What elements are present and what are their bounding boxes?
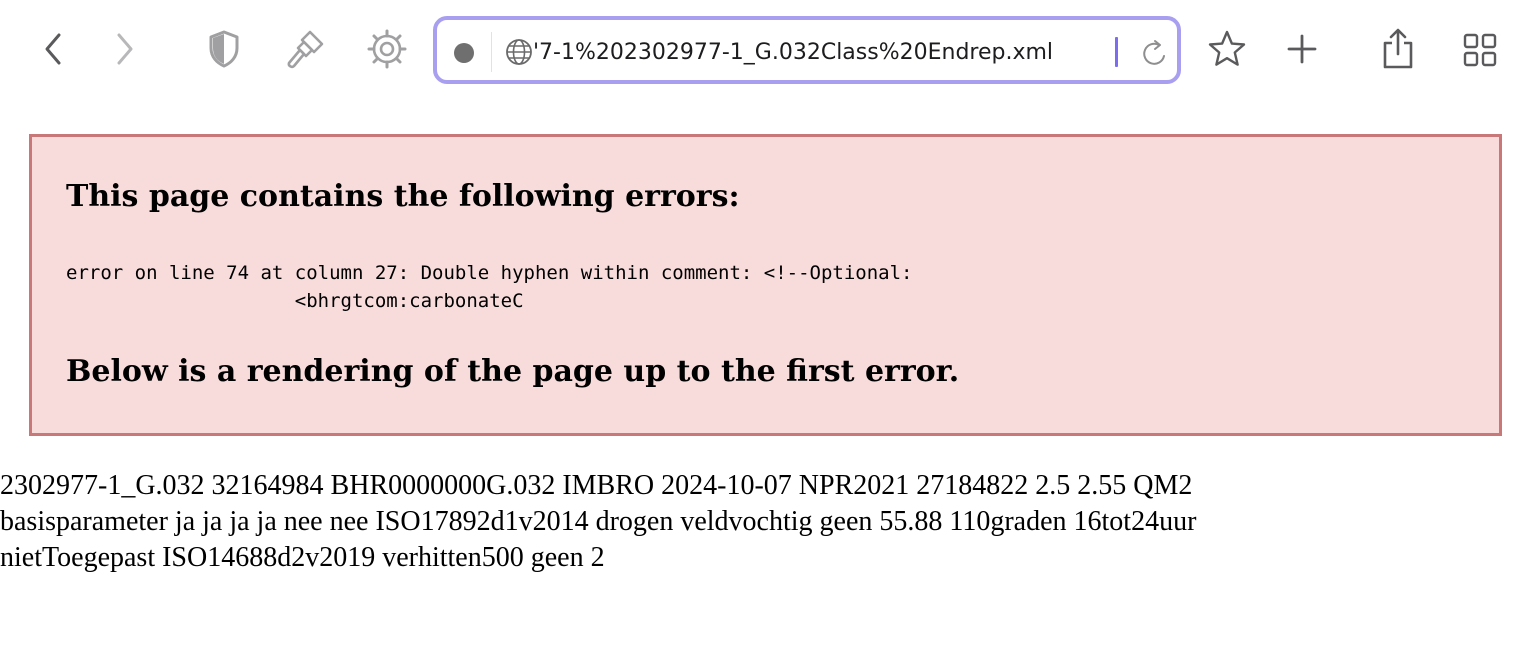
record-indicator-icon — [454, 43, 474, 63]
error-detail: error on line 74 at column 27: Double hy… — [66, 259, 912, 315]
rendered-line-2: basisparameter ja ja ja ja nee nee ISO17… — [0, 506, 1197, 537]
star-icon — [1208, 30, 1246, 66]
privacy-report-button[interactable] — [204, 26, 244, 72]
error-detail-line-1: error on line 74 at column 27: Double hy… — [66, 262, 913, 284]
grid-icon — [1463, 33, 1497, 67]
back-button[interactable] — [36, 28, 70, 70]
globe-icon — [506, 39, 532, 65]
plus-icon — [1287, 34, 1317, 64]
url-input[interactable]: '7-1%202302977-1_G.032Class%20Endrep.xml — [533, 35, 1113, 71]
share-icon — [1383, 28, 1413, 69]
extension-button[interactable] — [284, 26, 328, 72]
new-tab-button[interactable] — [1282, 28, 1322, 70]
settings-button[interactable] — [364, 26, 410, 72]
rendered-line-1: 2302977-1_G.032 32164984 BHR0000000G.032… — [0, 470, 1193, 501]
paintbrush-icon — [287, 30, 324, 69]
text-caret — [1115, 37, 1118, 67]
browser-toolbar: '7-1%202302977-1_G.032Class%20Endrep.xml — [0, 0, 1534, 100]
share-button[interactable] — [1376, 24, 1420, 74]
address-bar-inner: '7-1%202302977-1_G.032Class%20Endrep.xml — [437, 20, 1177, 80]
chevron-right-icon — [117, 33, 133, 65]
address-bar-divider — [491, 32, 492, 72]
rendered-xml-content: 2302977-1_G.032 32164984 BHR0000000G.032… — [0, 468, 1400, 576]
shield-icon — [209, 30, 239, 68]
chevron-left-icon — [45, 33, 61, 65]
address-bar[interactable]: '7-1%202302977-1_G.032Class%20Endrep.xml — [433, 16, 1181, 84]
forward-button[interactable] — [108, 28, 142, 70]
error-detail-line-2: <bhrgtcom:carbonateC — [66, 290, 524, 312]
xml-parse-error-box: This page contains the following errors:… — [29, 134, 1502, 436]
reload-icon[interactable] — [1140, 37, 1170, 69]
rendered-line-3: nietToegepast ISO14688d2v2019 verhitten5… — [0, 542, 605, 573]
error-footer: Below is a rendering of the page up to t… — [66, 354, 960, 389]
bookmark-button[interactable] — [1204, 26, 1250, 72]
gear-icon — [367, 29, 407, 69]
tab-overview-button[interactable] — [1458, 28, 1502, 72]
error-heading: This page contains the following errors: — [66, 179, 740, 214]
